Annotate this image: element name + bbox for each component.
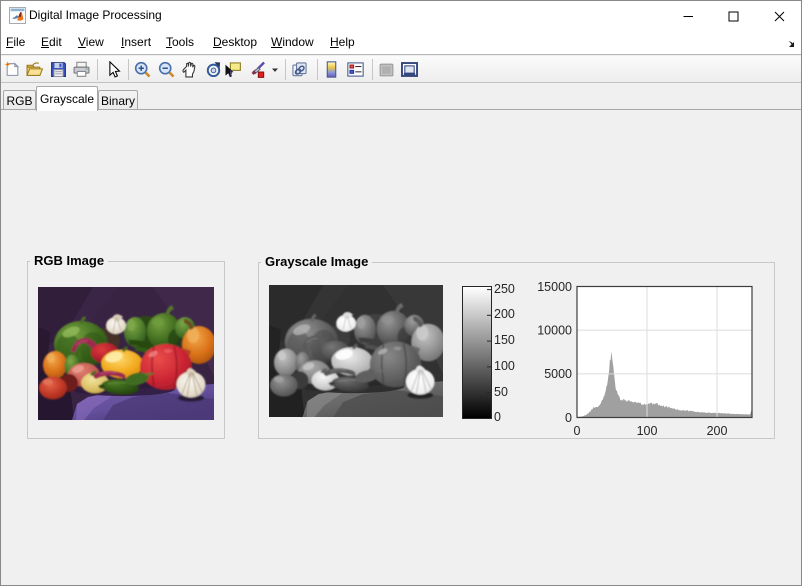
svg-text:0: 0 [574, 424, 581, 438]
svg-text:100: 100 [637, 424, 658, 438]
svg-text:15000: 15000 [537, 280, 572, 294]
svg-text:200: 200 [707, 424, 728, 438]
svg-text:5000: 5000 [544, 367, 572, 381]
svg-text:0: 0 [565, 411, 572, 425]
svg-text:10000: 10000 [537, 324, 572, 338]
